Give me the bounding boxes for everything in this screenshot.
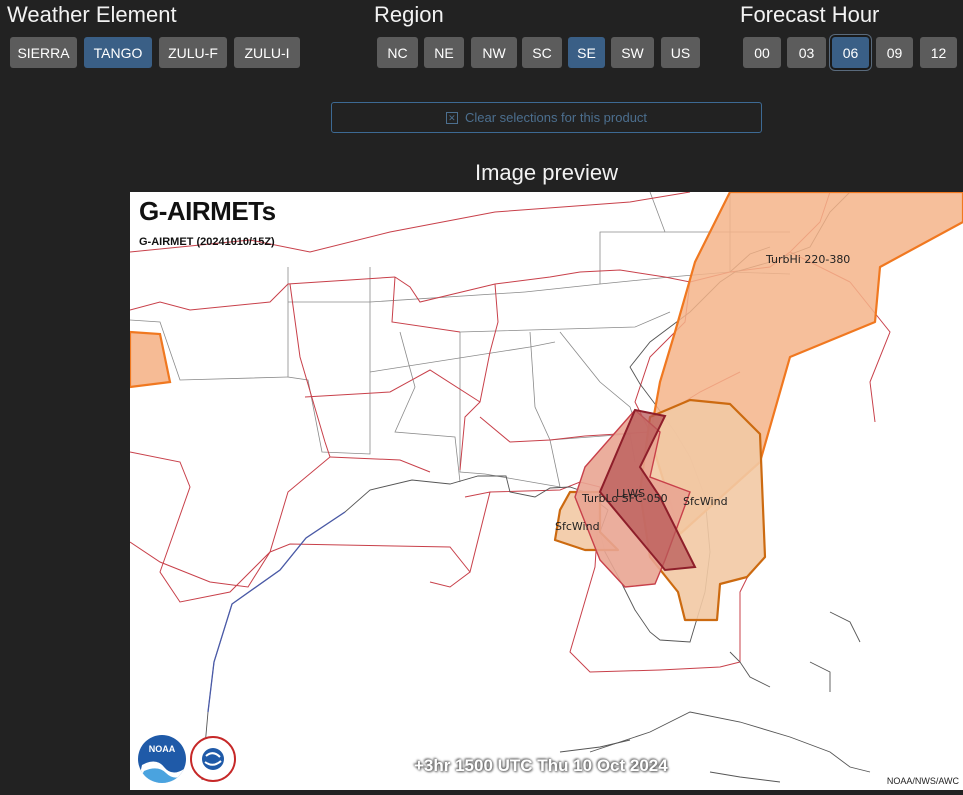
forecast-hour-option-06[interactable]: 06: [832, 37, 869, 68]
weather-element-option-sierra[interactable]: SIERRA: [10, 37, 77, 68]
forecast-hour-option-03[interactable]: 03: [787, 37, 826, 68]
map-credit: NOAA/NWS/AWC: [886, 776, 959, 786]
forecast-hour-title: Forecast Hour: [740, 2, 880, 27]
weather-element-title: Weather Element: [7, 2, 177, 27]
forecast-hour-option-12[interactable]: 12: [920, 37, 957, 68]
region-option-us[interactable]: US: [661, 37, 700, 68]
sfcwind-east-label: SfcWind: [683, 495, 728, 508]
noaa-logo: NOAA: [138, 735, 186, 783]
map-subheading: G-AIRMET (20241010/15Z): [139, 236, 275, 248]
region-option-sc[interactable]: SC: [522, 37, 562, 68]
g-airmet-map-image: G-AIRMETs G-AIRMET (20241010/15Z) TurbHi…: [130, 192, 963, 790]
weather-element-option-zulu-f[interactable]: ZULU-F: [159, 37, 227, 68]
turblo-label: TurbLo SFC-050: [582, 492, 668, 505]
texas-coast: [207, 511, 346, 713]
map-graphic: [130, 192, 963, 783]
forecast-hour-option-09[interactable]: 09: [876, 37, 913, 68]
clear-selections-button[interactable]: ✕ Clear selections for this product: [331, 102, 762, 133]
region-option-se[interactable]: SE: [568, 37, 605, 68]
clear-selections-label: Clear selections for this product: [464, 110, 648, 125]
nws-storm-icon: [202, 748, 224, 770]
image-preview-title: Image preview: [474, 160, 619, 185]
region-option-ne[interactable]: NE: [424, 37, 464, 68]
turbhi-label: TurbHi 220-380: [766, 253, 851, 266]
map-heading: G-AIRMETs: [139, 196, 276, 226]
region-option-sw[interactable]: SW: [611, 37, 654, 68]
forecast-hour-option-00[interactable]: 00: [743, 37, 781, 68]
weather-element-option-zulu-i[interactable]: ZULU-I: [234, 37, 300, 68]
noaa-gull-icon: [138, 761, 184, 783]
x-box-icon: ✕: [445, 111, 458, 124]
sfcwind-west-label: SfcWind: [555, 520, 600, 533]
region-option-nc[interactable]: NC: [377, 37, 418, 68]
turbhi-west-area: [130, 330, 172, 389]
weather-element-option-tango[interactable]: TANGO: [84, 37, 152, 68]
region-title: Region: [374, 2, 444, 27]
nws-logo: [190, 736, 236, 782]
region-option-nw[interactable]: NW: [471, 37, 517, 68]
map-valid-time: +3hr 1500 UTC Thu 10 Oct 2024: [414, 756, 668, 775]
